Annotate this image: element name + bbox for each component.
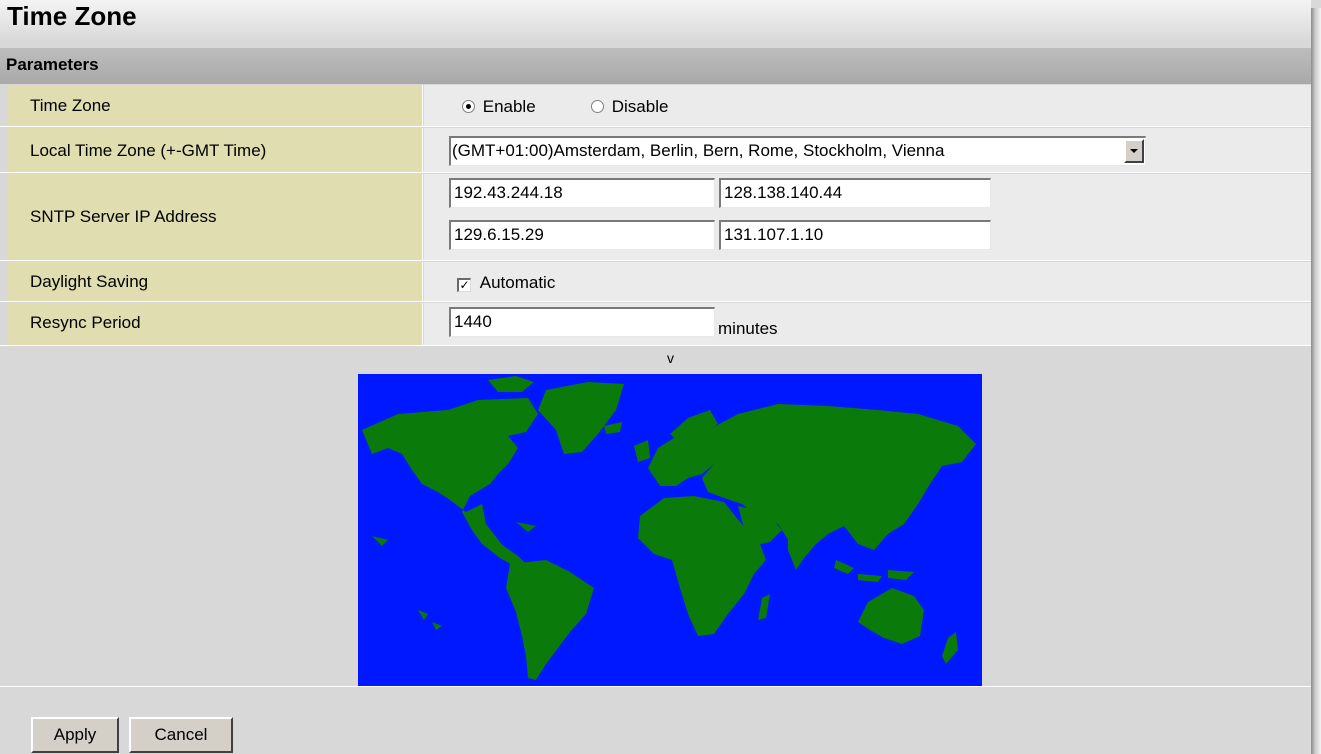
chevron-down-icon <box>1130 149 1138 153</box>
sntp-server-2-input[interactable]: 128.138.140.44 <box>719 178 991 208</box>
resync-row: Resync Period 1440 minutes <box>0 303 1311 346</box>
local-time-zone-value: (GMT+01:00)Amsterdam, Berlin, Bern, Rome… <box>452 141 945 160</box>
sntp-row: SNTP Server IP Address 192.43.244.18 128… <box>0 174 1311 261</box>
radio-selected-icon <box>462 100 475 113</box>
world-map[interactable] <box>358 374 982 686</box>
daylight-saving-label: Daylight Saving <box>30 272 149 291</box>
section-title: Parameters <box>6 55 99 74</box>
section-header: Parameters <box>0 48 1311 84</box>
time-zone-marker: v <box>667 350 674 366</box>
time-zone-label: Time Zone <box>30 96 111 115</box>
disable-label: Disable <box>611 97 669 116</box>
disable-radio[interactable]: Disable <box>591 97 668 117</box>
resync-unit: minutes <box>718 319 778 338</box>
radio-unselected-icon <box>591 100 604 113</box>
sntp-server-4-input[interactable]: 131.107.1.10 <box>719 220 991 250</box>
map-area: v <box>0 347 1311 687</box>
local-time-zone-select[interactable]: (GMT+01:00)Amsterdam, Berlin, Bern, Rome… <box>449 136 1146 166</box>
title-bar: Time Zone <box>0 0 1311 40</box>
enable-label: Enable <box>482 97 536 116</box>
automatic-label: Automatic <box>479 273 556 292</box>
checkmark-icon: ✓ <box>457 278 471 292</box>
automatic-checkbox[interactable]: ✓ Automatic <box>457 273 555 293</box>
resync-label: Resync Period <box>30 313 141 332</box>
local-time-zone-label: Local Time Zone (+-GMT Time) <box>30 141 267 160</box>
cancel-button[interactable]: Cancel <box>129 717 233 753</box>
page-title: Time Zone <box>7 1 137 31</box>
local-time-zone-row: Local Time Zone (+-GMT Time) (GMT+01:00)… <box>0 128 1311 173</box>
sntp-label: SNTP Server IP Address <box>30 207 217 226</box>
enable-radio[interactable]: Enable <box>462 97 536 117</box>
daylight-saving-row: Daylight Saving ✓ Automatic <box>0 262 1311 302</box>
sntp-server-1-input[interactable]: 192.43.244.18 <box>449 178 715 208</box>
sntp-server-3-input[interactable]: 129.6.15.29 <box>449 220 715 250</box>
dropdown-arrow-button[interactable] <box>1124 139 1144 163</box>
time-zone-panel: Time Zone Parameters Time Zone Enable Di… <box>0 0 1311 754</box>
resync-period-input[interactable]: 1440 <box>449 307 715 337</box>
panel-shadow <box>1311 8 1321 754</box>
apply-button[interactable]: Apply <box>31 717 119 753</box>
time-zone-row: Time Zone Enable Disable <box>0 85 1311 127</box>
